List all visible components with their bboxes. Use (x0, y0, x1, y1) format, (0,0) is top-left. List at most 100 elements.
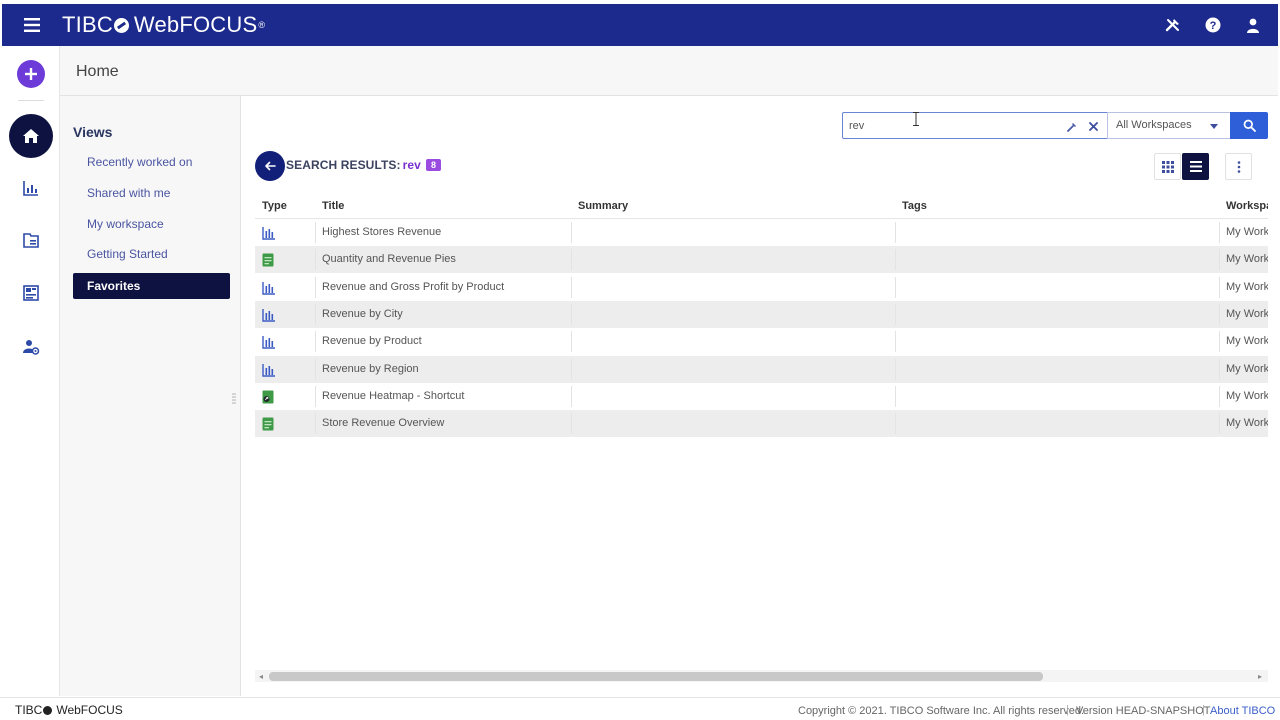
view-my-workspace[interactable]: My workspace (73, 211, 230, 237)
horizontal-scrollbar[interactable]: ◂ ▸ (255, 670, 1268, 682)
hamburger-menu-icon[interactable] (2, 4, 62, 46)
table-row[interactable]: Quantity and Revenue Pies My Works (255, 246, 1268, 274)
create-plus-icon[interactable] (17, 60, 45, 88)
table-row[interactable]: Revenue and Gross Profit by Product My Wo… (255, 274, 1268, 301)
row-workspace: My Works (1226, 335, 1268, 348)
admin-icon[interactable] (19, 335, 43, 359)
column-divider (895, 413, 896, 435)
scrollbar-thumb[interactable] (269, 672, 1043, 681)
list-view-toggle[interactable] (1182, 153, 1209, 180)
column-header-summary[interactable]: Summary (578, 200, 628, 212)
reports-icon[interactable] (19, 176, 43, 200)
workspace-scope-value: All Workspaces (1116, 119, 1192, 131)
column-divider (1219, 413, 1220, 435)
view-shared-with-me[interactable]: Shared with me (73, 180, 230, 206)
table-row[interactable]: Revenue Heatmap - Shortcut My Works (255, 383, 1268, 410)
row-title[interactable]: Store Revenue Overview (322, 410, 562, 437)
views-panel: Views Recently worked on Shared with me … (60, 96, 241, 696)
table-row[interactable]: Revenue by Region My Works (255, 355, 1268, 383)
footer-version: Version HEAD-SNAPSHOT (1076, 705, 1211, 717)
table-row[interactable]: Revenue by Product My Works (255, 328, 1268, 355)
row-workspace: My Works (1226, 362, 1268, 375)
more-options-button[interactable] (1225, 153, 1252, 180)
column-divider (1219, 276, 1220, 298)
row-title[interactable]: Highest Stores Revenue (322, 219, 562, 246)
row-title[interactable]: Revenue by City (322, 301, 562, 328)
logo-circle-icon (113, 17, 129, 33)
clear-search-icon[interactable] (1086, 119, 1100, 133)
user-icon[interactable] (1242, 14, 1264, 36)
home-icon[interactable] (9, 114, 53, 158)
column-divider (571, 303, 572, 325)
row-title[interactable]: Revenue by Product (322, 328, 562, 355)
column-divider (315, 303, 316, 325)
main-content: All Workspaces SEARCH RESULTS:rev 8 Type … (241, 96, 1278, 696)
search-button[interactable] (1230, 112, 1268, 139)
view-getting-started[interactable]: Getting Started (73, 241, 230, 267)
column-divider (895, 331, 896, 353)
column-divider (571, 222, 572, 243)
content-icon[interactable] (19, 229, 43, 253)
column-divider (571, 249, 572, 271)
footer-logo-circle-icon (43, 705, 53, 715)
column-divider (895, 249, 896, 271)
scroll-right-icon[interactable]: ▸ (1258, 672, 1262, 681)
column-divider (1219, 331, 1220, 353)
row-title[interactable]: Revenue and Gross Profit by Product (322, 274, 562, 301)
shortcut-type-icon (262, 390, 276, 404)
column-header-title[interactable]: Title (322, 200, 344, 212)
column-header-type[interactable]: Type (262, 200, 287, 212)
back-button[interactable] (255, 151, 285, 181)
text-cursor-icon (913, 112, 919, 126)
table-row[interactable]: Revenue by City My Works (255, 300, 1268, 328)
column-header-workspace[interactable]: Workspa (1226, 200, 1268, 212)
arrow-left-icon (265, 161, 276, 171)
row-workspace: My Works (1226, 307, 1268, 320)
workspace-scope-select[interactable]: All Workspaces (1107, 112, 1231, 139)
row-workspace: My Works (1226, 226, 1268, 238)
chart-type-icon (262, 226, 276, 240)
view-recently-worked-on[interactable]: Recently worked on (73, 149, 230, 175)
document-type-icon (262, 253, 276, 267)
column-divider (571, 276, 572, 298)
view-favorites[interactable]: Favorites (73, 273, 230, 299)
column-divider (315, 276, 316, 298)
chevron-down-icon (1210, 124, 1218, 129)
about-tibco-link[interactable]: About TIBCO (1210, 705, 1275, 717)
column-divider (571, 385, 572, 407)
dashboard-icon[interactable] (19, 281, 43, 305)
svg-text:?: ? (1210, 20, 1217, 32)
top-bar: TIBC WebFOCUS ® ? (2, 4, 1278, 46)
search-results-query: rev (402, 158, 421, 172)
row-title[interactable]: Revenue by Region (322, 356, 562, 383)
column-divider (315, 249, 316, 271)
chart-type-icon (262, 308, 276, 322)
footer-copyright: Copyright © 2021. TIBCO Software Inc. Al… (798, 705, 1085, 717)
column-divider (315, 222, 316, 243)
left-rail (2, 46, 60, 696)
list-icon (1189, 161, 1202, 172)
footer-divider: | (1202, 704, 1205, 716)
scroll-left-icon[interactable]: ◂ (259, 672, 263, 681)
grid-view-toggle[interactable] (1154, 153, 1181, 180)
column-header-tags[interactable]: Tags (902, 200, 927, 212)
row-title[interactable]: Quantity and Revenue Pies (322, 246, 562, 273)
search-box (842, 112, 1108, 139)
panel-resize-handle-icon[interactable] (232, 392, 236, 404)
row-workspace: My Works (1226, 389, 1268, 402)
views-title: Views (73, 124, 113, 140)
column-divider (315, 358, 316, 380)
search-input[interactable] (849, 117, 1049, 135)
table-row[interactable]: Store Revenue Overview My Works (255, 410, 1268, 437)
document-type-icon (262, 417, 276, 431)
logo-text-webfocus: WebFOCUS (133, 12, 258, 37)
search-options-wrench-icon[interactable] (1065, 119, 1079, 133)
table-row[interactable]: Highest Stores Revenue My Works (255, 219, 1268, 246)
row-workspace: My Works (1226, 417, 1268, 430)
search-icon (1243, 119, 1256, 132)
row-title[interactable]: Revenue Heatmap - Shortcut (322, 383, 562, 410)
footer-logo: TIBC WebFOCUS (15, 703, 123, 717)
tools-icon[interactable] (1162, 14, 1184, 36)
column-divider (571, 413, 572, 435)
help-icon[interactable]: ? (1202, 14, 1224, 36)
